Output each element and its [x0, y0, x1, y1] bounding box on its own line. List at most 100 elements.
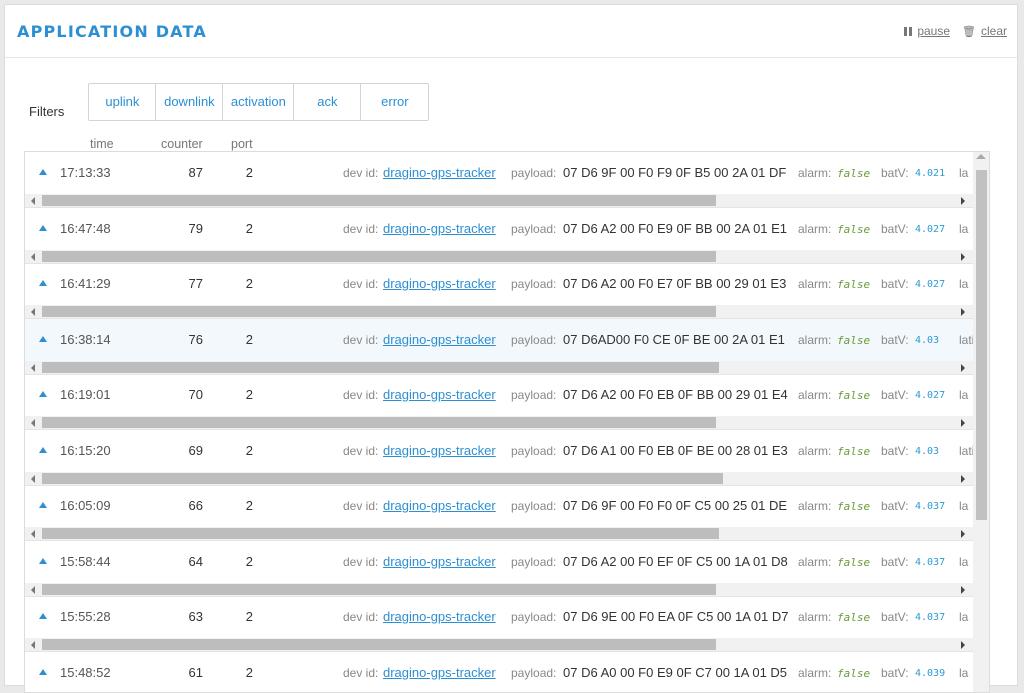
dev-id-link[interactable]: dragino-gps-tracker [383, 609, 496, 624]
dev-id-link[interactable]: dragino-gps-tracker [383, 665, 496, 680]
vertical-scrollbar[interactable] [973, 152, 989, 692]
row-line[interactable]: 16:38:14 76 2 dev id: dragino-gps-tracke… [25, 319, 973, 362]
horizontal-scroll-thumb[interactable] [42, 362, 719, 373]
horizontal-scrollbar[interactable] [25, 638, 973, 652]
table-row[interactable]: 16:19:01 70 2 dev id: dragino-gps-tracke… [25, 374, 973, 430]
scroll-right-arrow[interactable] [961, 197, 965, 205]
scroll-left-arrow[interactable] [31, 641, 35, 649]
row-port: 2 [239, 443, 253, 458]
scroll-left-arrow[interactable] [31, 364, 35, 372]
horizontal-scroll-thumb[interactable] [42, 473, 723, 484]
expand-caret-icon[interactable] [39, 391, 47, 397]
table-row[interactable]: 16:05:09 66 2 dev id: dragino-gps-tracke… [25, 485, 973, 541]
batv-label: batV: [881, 388, 909, 402]
horizontal-scrollbar[interactable] [25, 472, 973, 486]
payload-label: payload: [511, 499, 556, 513]
row-line[interactable]: 15:48:52 61 2 dev id: dragino-gps-tracke… [25, 652, 973, 693]
horizontal-scrollbar[interactable] [25, 305, 973, 319]
row-line[interactable]: 16:47:48 79 2 dev id: dragino-gps-tracke… [25, 208, 973, 251]
expand-caret-icon[interactable] [39, 669, 47, 675]
filter-activation[interactable]: activation [223, 84, 294, 120]
expand-caret-icon[interactable] [39, 225, 47, 231]
scroll-right-arrow[interactable] [961, 586, 965, 594]
scroll-right-arrow[interactable] [961, 641, 965, 649]
horizontal-scrollbar[interactable] [25, 194, 973, 208]
alarm-label: alarm: [798, 666, 831, 680]
scroll-up-arrow[interactable] [976, 154, 986, 159]
scroll-left-arrow[interactable] [31, 308, 35, 316]
horizontal-scroll-thumb[interactable] [42, 584, 716, 595]
expand-caret-icon[interactable] [39, 613, 47, 619]
filter-uplink[interactable]: uplink [89, 84, 156, 120]
scroll-right-arrow[interactable] [961, 475, 965, 483]
horizontal-scroll-thumb[interactable] [42, 417, 716, 428]
scroll-left-arrow[interactable] [31, 475, 35, 483]
scroll-left-arrow[interactable] [31, 419, 35, 427]
filter-error[interactable]: error [361, 84, 428, 120]
dev-id-link[interactable]: dragino-gps-tracker [383, 498, 496, 513]
scroll-right-arrow[interactable] [961, 364, 965, 372]
row-counter: 69 [157, 443, 203, 458]
scroll-right-arrow[interactable] [961, 530, 965, 538]
row-line[interactable]: 16:05:09 66 2 dev id: dragino-gps-tracke… [25, 485, 973, 528]
expand-caret-icon[interactable] [39, 336, 47, 342]
table-row[interactable]: 15:58:44 64 2 dev id: dragino-gps-tracke… [25, 541, 973, 597]
table-row[interactable]: 15:48:52 61 2 dev id: dragino-gps-tracke… [25, 652, 973, 693]
table-row[interactable]: 16:38:14 76 2 dev id: dragino-gps-tracke… [25, 319, 973, 375]
table-row[interactable]: 15:55:28 63 2 dev id: dragino-gps-tracke… [25, 596, 973, 652]
horizontal-scroll-thumb[interactable] [42, 639, 716, 650]
table-row[interactable]: 17:13:33 87 2 dev id: dragino-gps-tracke… [25, 152, 973, 208]
dev-id-link[interactable]: dragino-gps-tracker [383, 221, 496, 236]
scroll-right-arrow[interactable] [961, 308, 965, 316]
dev-id-link[interactable]: dragino-gps-tracker [383, 332, 496, 347]
dev-id-link[interactable]: dragino-gps-tracker [383, 276, 496, 291]
payload-label: payload: [511, 333, 556, 347]
horizontal-scrollbar[interactable] [25, 527, 973, 541]
payload-label: payload: [511, 166, 556, 180]
scroll-left-arrow[interactable] [31, 530, 35, 538]
clear-button[interactable]: 🗑 clear [962, 24, 1007, 38]
dev-id-link[interactable]: dragino-gps-tracker [383, 387, 496, 402]
batv-label: batV: [881, 666, 909, 680]
row-line[interactable]: 16:41:29 77 2 dev id: dragino-gps-tracke… [25, 263, 973, 306]
row-line[interactable]: 16:19:01 70 2 dev id: dragino-gps-tracke… [25, 374, 973, 417]
horizontal-scrollbar[interactable] [25, 416, 973, 430]
table-row[interactable]: 16:15:20 69 2 dev id: dragino-gps-tracke… [25, 430, 973, 486]
dev-id-link[interactable]: dragino-gps-tracker [383, 165, 496, 180]
scroll-left-arrow[interactable] [31, 197, 35, 205]
expand-caret-icon[interactable] [39, 447, 47, 453]
expand-caret-icon[interactable] [39, 502, 47, 508]
payload-label: payload: [511, 277, 556, 291]
scroll-left-arrow[interactable] [31, 253, 35, 261]
table-row[interactable]: 16:47:48 79 2 dev id: dragino-gps-tracke… [25, 208, 973, 264]
row-line[interactable]: 17:13:33 87 2 dev id: dragino-gps-tracke… [25, 152, 973, 195]
horizontal-scroll-thumb[interactable] [42, 528, 719, 539]
scroll-thumb[interactable] [976, 170, 987, 520]
row-batv: 4.037 [915, 612, 945, 623]
horizontal-scroll-thumb[interactable] [42, 195, 716, 206]
horizontal-scrollbar[interactable] [25, 250, 973, 264]
horizontal-scroll-thumb[interactable] [42, 306, 716, 317]
row-line[interactable]: 16:15:20 69 2 dev id: dragino-gps-tracke… [25, 430, 973, 473]
scroll-right-arrow[interactable] [961, 419, 965, 427]
expand-caret-icon[interactable] [39, 558, 47, 564]
filter-ack[interactable]: ack [294, 84, 361, 120]
dev-id-link[interactable]: dragino-gps-tracker [383, 443, 496, 458]
scroll-left-arrow[interactable] [31, 586, 35, 594]
expand-caret-icon[interactable] [39, 280, 47, 286]
scroll-right-arrow[interactable] [961, 253, 965, 261]
clear-label[interactable]: clear [981, 24, 1007, 38]
batv-label: batV: [881, 222, 909, 236]
table-row[interactable]: 16:41:29 77 2 dev id: dragino-gps-tracke… [25, 263, 973, 319]
horizontal-scrollbar[interactable] [25, 583, 973, 597]
pause-label[interactable]: pause [917, 24, 950, 38]
pause-button[interactable]: pause [904, 24, 950, 38]
filter-downlink[interactable]: downlink [156, 84, 223, 120]
row-line[interactable]: 15:55:28 63 2 dev id: dragino-gps-tracke… [25, 596, 973, 639]
dev-id-link[interactable]: dragino-gps-tracker [383, 554, 496, 569]
row-line[interactable]: 15:58:44 64 2 dev id: dragino-gps-tracke… [25, 541, 973, 584]
horizontal-scrollbar[interactable] [25, 361, 973, 375]
alarm-label: alarm: [798, 499, 831, 513]
expand-caret-icon[interactable] [39, 169, 47, 175]
horizontal-scroll-thumb[interactable] [42, 251, 716, 262]
